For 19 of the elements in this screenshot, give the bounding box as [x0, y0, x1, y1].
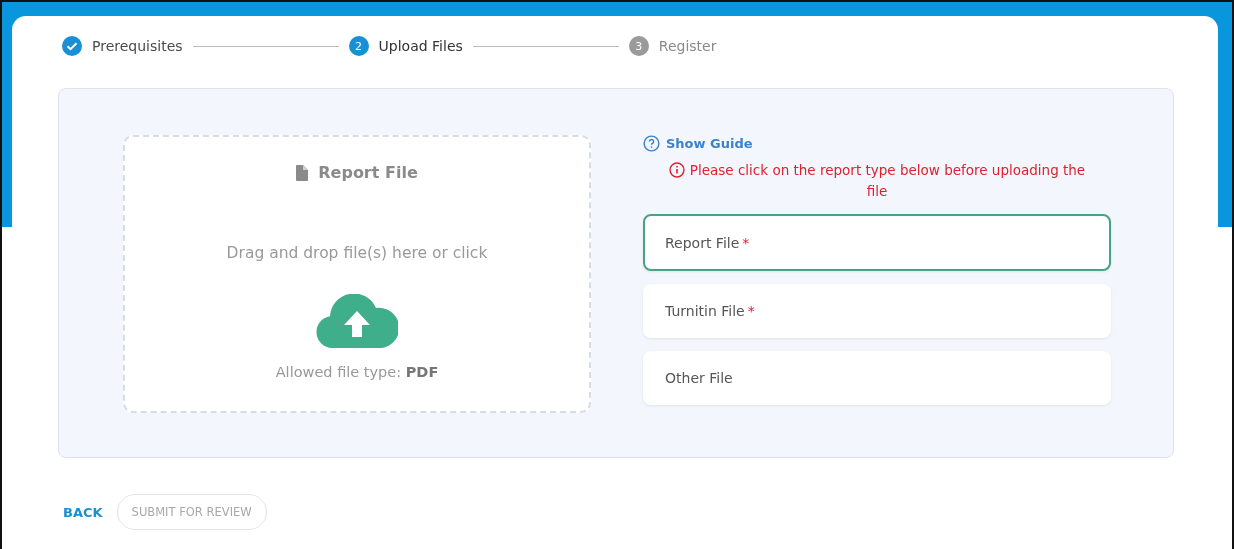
file-type-option[interactable]: Report File *: [643, 214, 1111, 271]
file-type-option[interactable]: Other File: [643, 351, 1111, 405]
show-guide-link[interactable]: Show Guide: [643, 135, 753, 152]
dropzone[interactable]: Report File Drag and drop file(s) here or click Allowed file type: PDF: [123, 135, 591, 413]
step-label[interactable]: Prerequisites: [92, 38, 183, 54]
help-icon: [643, 135, 660, 152]
back-button[interactable]: BACK: [63, 496, 103, 528]
dropzone-instruction: Drag and drop file(s) here or click: [226, 244, 488, 262]
file-type-option[interactable]: Turnitin File *: [643, 284, 1111, 338]
alert-icon: [668, 162, 685, 178]
step-label[interactable]: Upload Files: [378, 38, 463, 54]
document-icon: [296, 164, 309, 181]
dropzone-title: Report File: [318, 163, 418, 182]
step-number: 3: [628, 36, 649, 56]
step-number: 2: [348, 36, 369, 56]
step-label[interactable]: Register: [658, 38, 717, 54]
warning-message: Please click on the report type below before uploading the file: [668, 162, 1086, 199]
cloud-upload-icon: [316, 294, 398, 348]
allowed-file-type: Allowed file type: PDF: [275, 364, 439, 380]
